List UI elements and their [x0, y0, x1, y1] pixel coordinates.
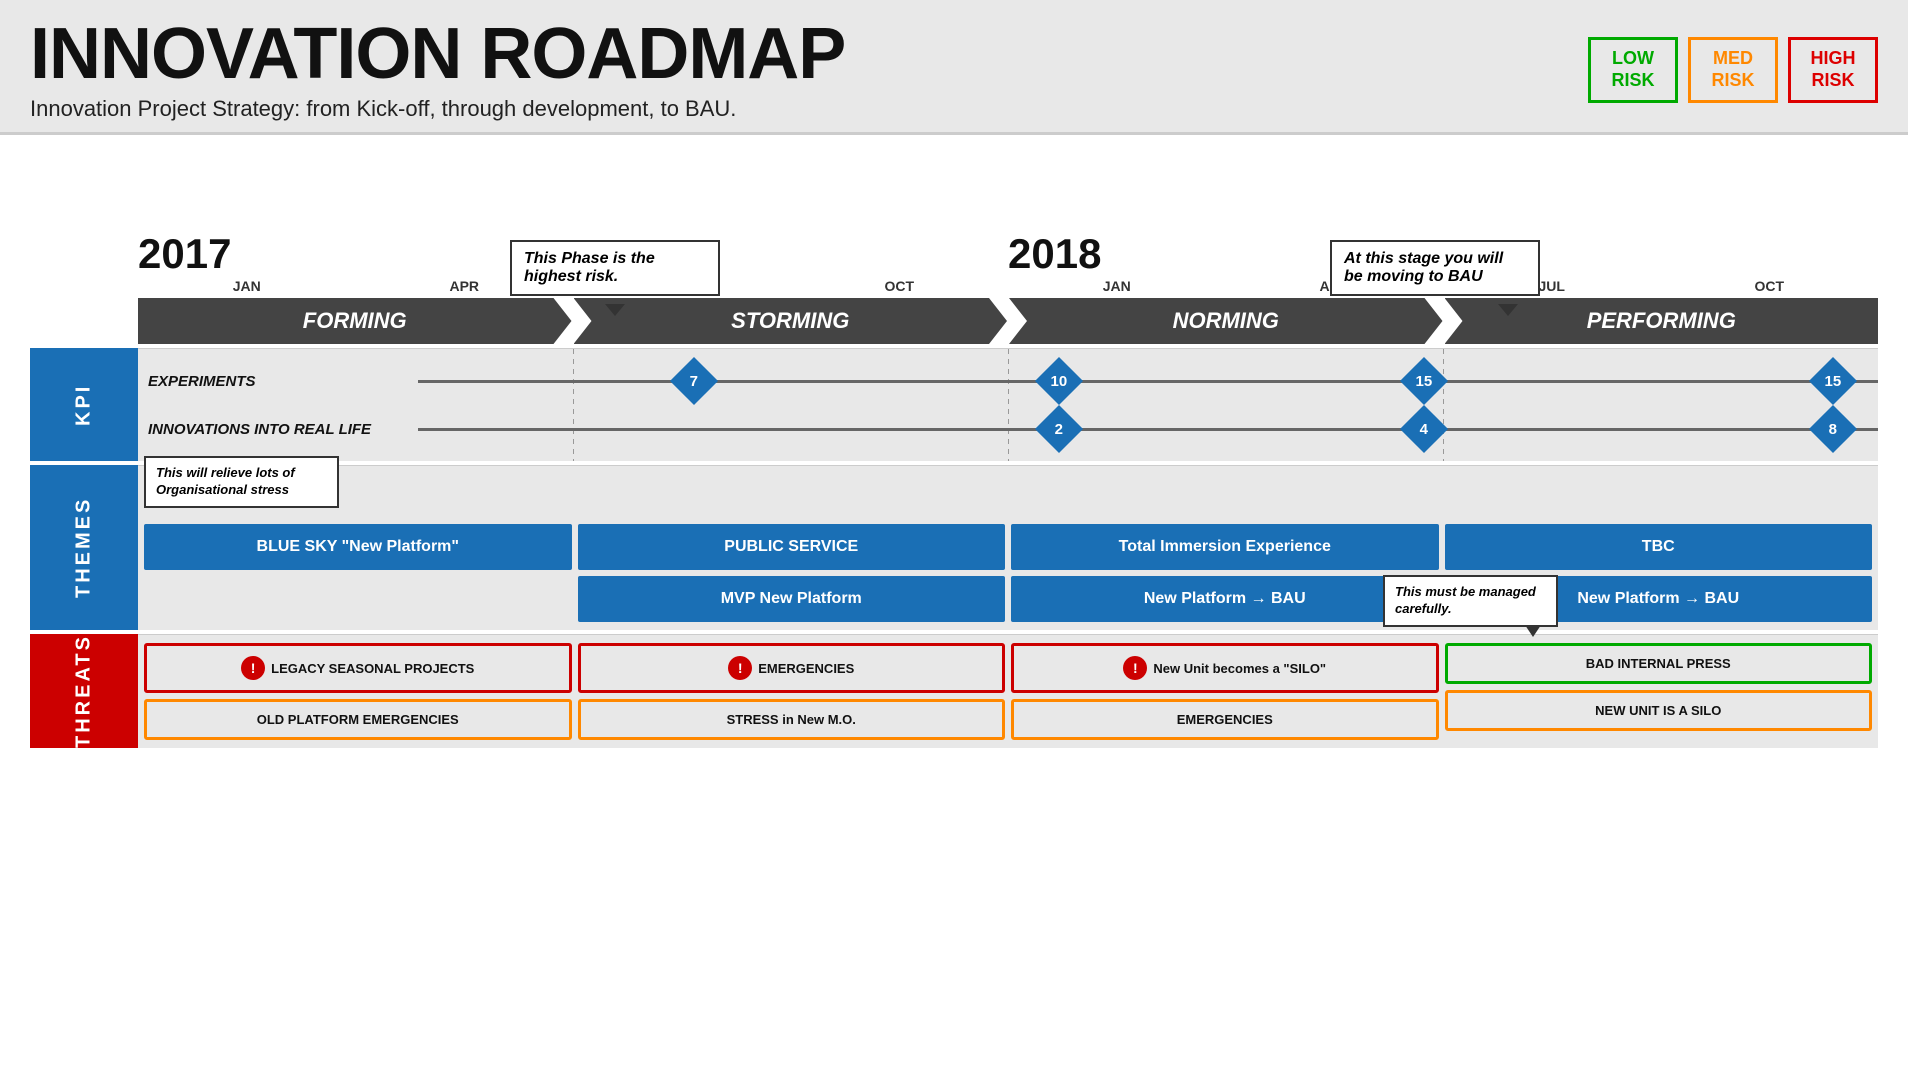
theme-mvp: MVP New Platform	[578, 576, 1006, 622]
kpi-exp-diamond-10: 10	[1042, 364, 1076, 398]
theme-col-3: Total Immersion Experience New Platform …	[1011, 524, 1439, 622]
month-jan2: JAN	[1008, 278, 1226, 294]
callout-threats-norming: This must be managed carefully.	[1383, 575, 1558, 627]
kpi-experiments-label: EXPERIMENTS	[138, 373, 418, 390]
kpi-exp-diamond-7: 7	[677, 364, 711, 398]
phase-storming: STORMING	[574, 298, 1008, 344]
risk-badge-med: MEDRISK	[1688, 37, 1778, 102]
threat-icon-emergencies: !	[728, 656, 752, 680]
roadmap-content: This Phase is the highest risk. At this …	[0, 135, 1908, 758]
kpi-innov-diamond-8: 8	[1816, 412, 1850, 446]
themes-label: THEMES	[30, 465, 138, 630]
phase-forming: FORMING	[138, 298, 572, 344]
threat-new-unit-silo: NEW UNIT IS A SILO	[1445, 690, 1873, 731]
threat-col-2: ! EMERGENCIES STRESS in New M.O.	[578, 643, 1006, 740]
callout-bau: At this stage you will be moving to BAU	[1330, 240, 1540, 296]
threats-grid: ! LEGACY SEASONAL PROJECTS OLD PLATFORM …	[144, 643, 1872, 740]
threat-legacy: ! LEGACY SEASONAL PROJECTS	[144, 643, 572, 693]
page: INNOVATION ROADMAP Innovation Project St…	[0, 0, 1908, 1080]
threat-stress: STRESS in New M.O.	[578, 699, 1006, 740]
phase-norming: NORMING	[1009, 298, 1443, 344]
month-oct2: OCT	[1661, 278, 1879, 294]
subtitle: Innovation Project Strategy: from Kick-o…	[30, 96, 845, 122]
threat-emergencies-1: ! EMERGENCIES	[578, 643, 1006, 693]
month-oct1: OCT	[791, 278, 1009, 294]
threat-col-3: ! New Unit becomes a "SILO" EMERGENCIES	[1011, 643, 1439, 740]
themes-grid: BLUE SKY "New Platform" PUBLIC SERVICE M…	[144, 524, 1872, 622]
threat-emergencies-2: EMERGENCIES	[1011, 699, 1439, 740]
kpi-innovations-row: INNOVATIONS INTO REAL LIFE 2	[138, 407, 1878, 451]
threat-bad-press: BAD INTERNAL PRESS	[1445, 643, 1873, 684]
kpi-section: KPI EXPERIMENTS	[30, 348, 1878, 461]
kpi-experiments-track: 7 10 1	[418, 380, 1878, 383]
theme-col-1: BLUE SKY "New Platform"	[144, 524, 572, 622]
risk-badge-low: LOWRISK	[1588, 37, 1678, 102]
kpi-label: KPI	[30, 348, 138, 461]
threat-old-platform: OLD PLATFORM EMERGENCIES	[144, 699, 572, 740]
threats-section: THREATS This must be managed carefully. …	[30, 634, 1878, 748]
kpi-innovations-label: INNOVATIONS INTO REAL LIFE	[138, 421, 418, 438]
risk-badge-high: HIGHRISK	[1788, 37, 1878, 102]
threats-label: THREATS	[30, 634, 138, 748]
header-left: INNOVATION ROADMAP Innovation Project St…	[30, 18, 845, 122]
themes-section: THEMES This will relieve lots of Organis…	[30, 465, 1878, 630]
themes-content: This will relieve lots of Organisational…	[138, 465, 1878, 630]
theme-col-2: PUBLIC SERVICE MVP New Platform	[578, 524, 1006, 622]
phases-row: FORMING STORMING NORMING PERFORMING	[138, 298, 1878, 344]
kpi-innov-diamond-4: 4	[1407, 412, 1441, 446]
risk-badges: LOWRISK MEDRISK HIGHRISK	[1588, 37, 1878, 102]
kpi-innovations-track: 2 4 8	[418, 428, 1878, 431]
kpi-exp-diamond-15a: 15	[1407, 364, 1441, 398]
threat-col-1: ! LEGACY SEASONAL PROJECTS OLD PLATFORM …	[144, 643, 572, 740]
kpi-experiments-row: EXPERIMENTS 7 10	[138, 359, 1878, 403]
theme-blue-sky: BLUE SKY "New Platform"	[144, 524, 572, 570]
threat-col-4: BAD INTERNAL PRESS NEW UNIT IS A SILO	[1445, 643, 1873, 740]
threat-icon-silo: !	[1123, 656, 1147, 680]
threats-content: This must be managed carefully. ! LEGACY…	[138, 634, 1878, 748]
header: INNOVATION ROADMAP Innovation Project St…	[0, 0, 1908, 135]
month-jan1: JAN	[138, 278, 356, 294]
years-row: 2017 JAN APR JUL OCT 2018 JAN APR JUL OC…	[138, 230, 1878, 294]
theme-new-platform-bau-1: New Platform → BAU	[1011, 576, 1439, 622]
kpi-innov-diamond-2: 2	[1042, 412, 1076, 446]
threat-icon-legacy: !	[241, 656, 265, 680]
theme-public-service: PUBLIC SERVICE	[578, 524, 1006, 570]
theme-tbc: TBC	[1445, 524, 1873, 570]
callout-themes-forming: This will relieve lots of Organisational…	[144, 456, 339, 508]
main-title: INNOVATION ROADMAP	[30, 18, 845, 90]
kpi-content: EXPERIMENTS 7 10	[138, 348, 1878, 461]
kpi-exp-diamond-15b: 15	[1816, 364, 1850, 398]
threat-silo: ! New Unit becomes a "SILO"	[1011, 643, 1439, 693]
theme-total-immersion: Total Immersion Experience	[1011, 524, 1439, 570]
callout-storming: This Phase is the highest risk.	[510, 240, 720, 296]
